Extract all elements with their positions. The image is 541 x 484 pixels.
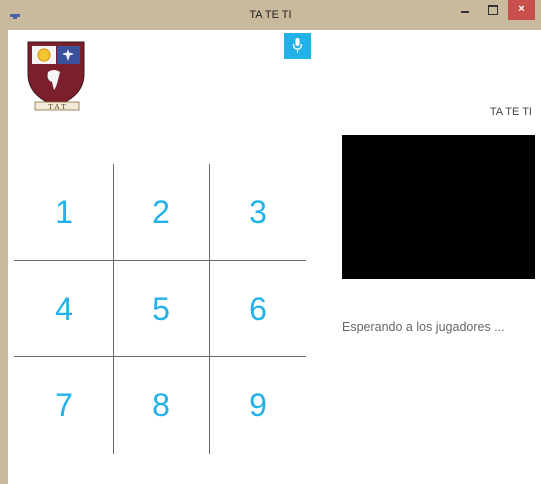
app-title-label: TA TE TI — [489, 106, 532, 118]
board-cell-6[interactable]: 6 — [210, 261, 306, 357]
board-cell-2[interactable]: 2 — [113, 164, 209, 260]
video-preview — [342, 135, 535, 279]
app-window: T A T TA TE TI 1 2 3 4 5 6 7 8 9 Esperan… — [8, 30, 541, 484]
close-button[interactable]: × — [508, 0, 535, 20]
minimize-button[interactable] — [452, 0, 478, 20]
board-cell-5[interactable]: 5 — [113, 261, 209, 357]
board-cell-1[interactable]: 1 — [16, 164, 112, 260]
board-cell-7[interactable]: 7 — [16, 357, 112, 453]
board-cell-3[interactable]: 3 — [210, 164, 306, 260]
board-cell-4[interactable]: 4 — [16, 261, 112, 357]
logo-motto: T A T — [48, 103, 66, 111]
microphone-icon — [292, 38, 303, 53]
school-crest-logo: T A T — [27, 41, 85, 111]
status-text: Esperando a los jugadores ... — [342, 320, 505, 334]
tic-tac-toe-board: 1 2 3 4 5 6 7 8 9 — [14, 164, 306, 454]
title-bar: TA TE TI × — [0, 0, 541, 30]
board-cell-9[interactable]: 9 — [210, 357, 306, 453]
maximize-button[interactable] — [480, 0, 506, 20]
microphone-button[interactable] — [284, 33, 311, 59]
board-cell-8[interactable]: 8 — [113, 357, 209, 453]
